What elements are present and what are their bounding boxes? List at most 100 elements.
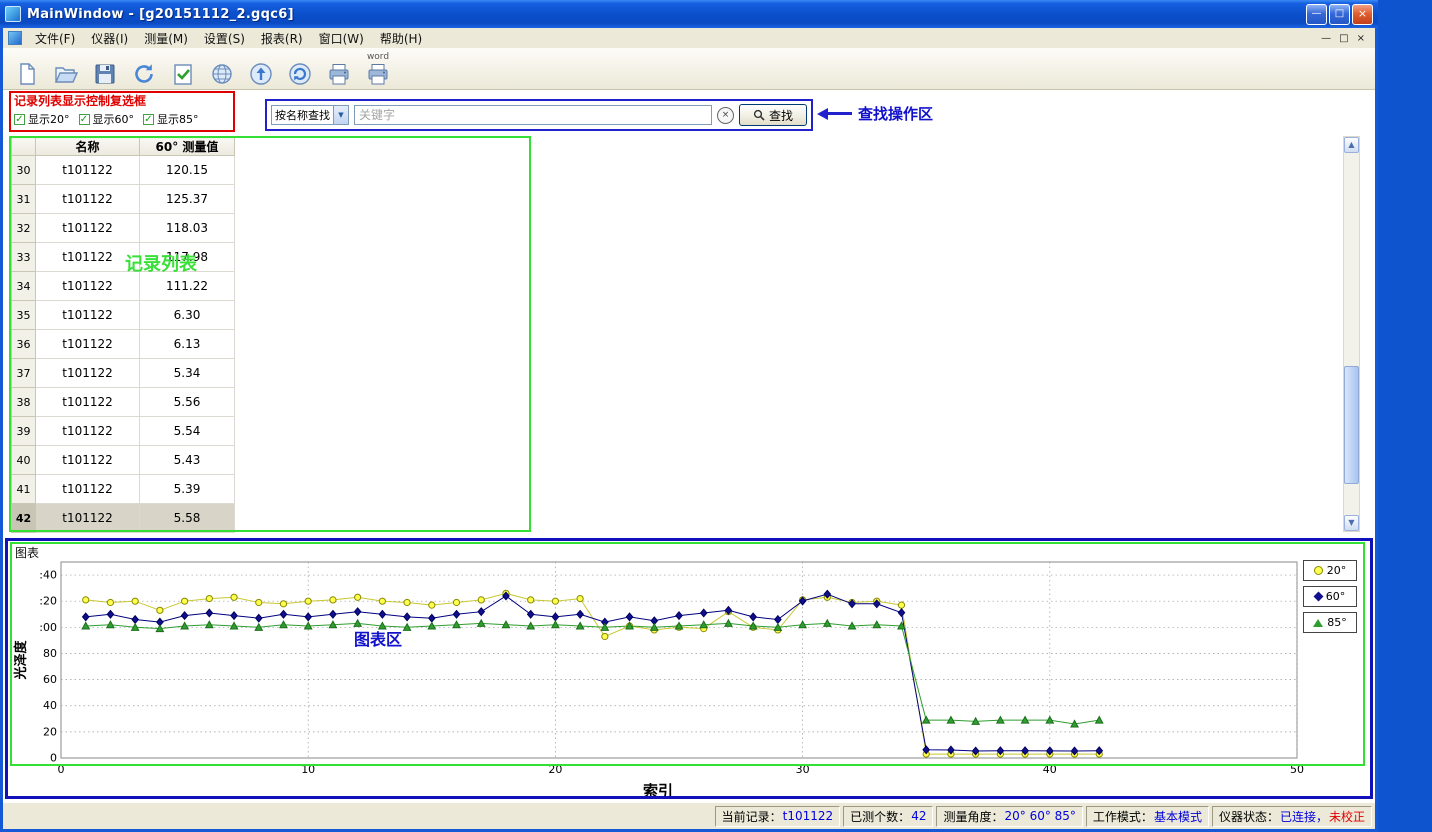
record-value[interactable]: 118.03 <box>140 214 235 243</box>
record-name[interactable]: t101122 <box>36 243 140 272</box>
chart-x-axis-label: 索引 <box>3 780 1313 801</box>
record-name[interactable]: t101122 <box>36 301 140 330</box>
search-mode-select[interactable]: 按名称查找 ▼ <box>271 105 349 125</box>
row-number[interactable]: 35 <box>12 301 36 330</box>
mdi-restore-button[interactable]: □ <box>1339 33 1348 44</box>
row-number[interactable]: 30 <box>12 156 36 185</box>
menu-file[interactable]: 文件(F) <box>27 28 83 49</box>
record-name[interactable]: t101122 <box>36 156 140 185</box>
title-bar[interactable]: MainWindow - [g20151112_2.gqc6] — □ × <box>0 0 1378 28</box>
find-button-label: 查找 <box>769 107 793 124</box>
record-value[interactable]: 125.37 <box>140 185 235 214</box>
find-button[interactable]: 查找 <box>739 104 807 126</box>
scrollbar-thumb[interactable] <box>1344 366 1359 484</box>
row-number[interactable]: 41 <box>12 475 36 504</box>
record-value[interactable]: 5.34 <box>140 359 235 388</box>
row-number[interactable]: 39 <box>12 417 36 446</box>
menu-settings[interactable]: 设置(S) <box>196 28 253 49</box>
checkbox-annotation-box: 记录列表显示控制复选框 ✓ 显示20° ✓ 显示60° ✓ 显示85° <box>9 91 235 132</box>
refresh-icon <box>132 62 156 86</box>
new-file-icon <box>15 62 39 86</box>
svg-text::00: :00 <box>39 621 57 634</box>
diamond-marker-icon <box>1313 592 1323 602</box>
refresh-button[interactable] <box>128 53 160 89</box>
table-row[interactable]: 35t1011226.30 <box>12 301 235 330</box>
maximize-button[interactable]: □ <box>1329 4 1350 25</box>
close-button[interactable]: × <box>1352 4 1373 25</box>
table-row[interactable]: 30t101122120.15 <box>12 156 235 185</box>
row-number[interactable]: 38 <box>12 388 36 417</box>
table-row[interactable]: 36t1011226.13 <box>12 330 235 359</box>
record-value[interactable]: 5.58 <box>140 504 235 533</box>
record-name[interactable]: t101122 <box>36 214 140 243</box>
table-row[interactable]: 33t101122117.98 <box>12 243 235 272</box>
record-value[interactable]: 5.54 <box>140 417 235 446</box>
record-value[interactable]: 120.15 <box>140 156 235 185</box>
record-value[interactable]: 5.39 <box>140 475 235 504</box>
table-row[interactable]: 41t1011225.39 <box>12 475 235 504</box>
record-value[interactable]: 6.30 <box>140 301 235 330</box>
row-number[interactable]: 42 <box>12 504 36 533</box>
table-row[interactable]: 37t1011225.34 <box>12 359 235 388</box>
record-name[interactable]: t101122 <box>36 359 140 388</box>
sync-button[interactable] <box>284 53 316 89</box>
row-number[interactable]: 31 <box>12 185 36 214</box>
header-measure-value: 60° 测量值 <box>140 138 235 156</box>
new-file-button[interactable] <box>11 53 43 89</box>
status-measure-angles: 测量角度： 20° 60° 85° <box>936 806 1082 827</box>
main-window: MainWindow - [g20151112_2.gqc6] — □ × 文件… <box>0 0 1378 832</box>
scroll-down-button[interactable]: ▼ <box>1344 515 1359 531</box>
show-60-checkbox[interactable]: ✓ 显示60° <box>79 111 135 127</box>
chevron-down-icon[interactable]: ▼ <box>333 106 348 124</box>
record-name[interactable]: t101122 <box>36 504 140 533</box>
mdi-minimize-button[interactable]: — <box>1321 33 1331 44</box>
table-row[interactable]: 32t101122118.03 <box>12 214 235 243</box>
show-20-label: 显示20° <box>28 111 70 127</box>
clear-search-button[interactable]: × <box>717 107 734 124</box>
record-name[interactable]: t101122 <box>36 417 140 446</box>
record-name[interactable]: t101122 <box>36 446 140 475</box>
table-row[interactable]: 40t1011225.43 <box>12 446 235 475</box>
row-number[interactable]: 40 <box>12 446 36 475</box>
record-name[interactable]: t101122 <box>36 475 140 504</box>
svg-text:80: 80 <box>43 647 57 660</box>
row-number[interactable]: 32 <box>12 214 36 243</box>
minimize-button[interactable]: — <box>1306 4 1327 25</box>
header-name: 名称 <box>36 138 140 156</box>
row-number[interactable]: 33 <box>12 243 36 272</box>
table-row[interactable]: 31t101122125.37 <box>12 185 235 214</box>
print-button[interactable] <box>323 53 355 89</box>
record-name[interactable]: t101122 <box>36 185 140 214</box>
menu-instrument[interactable]: 仪器(I) <box>83 28 136 49</box>
record-name[interactable]: t101122 <box>36 388 140 417</box>
menu-report[interactable]: 报表(R) <box>253 28 311 49</box>
record-value[interactable]: 5.43 <box>140 446 235 475</box>
table-scrollbar[interactable]: ▲ ▼ <box>1343 136 1360 532</box>
mdi-close-button[interactable]: × <box>1357 33 1365 44</box>
row-number[interactable]: 36 <box>12 330 36 359</box>
keyword-input[interactable] <box>354 105 712 125</box>
header-row-number <box>12 138 36 156</box>
menu-help[interactable]: 帮助(H) <box>372 28 430 49</box>
record-value[interactable]: 6.13 <box>140 330 235 359</box>
record-name[interactable]: t101122 <box>36 272 140 301</box>
table-row[interactable]: 38t1011225.56 <box>12 388 235 417</box>
table-row[interactable]: 39t1011225.54 <box>12 417 235 446</box>
table-row-selected[interactable]: 42t1011225.58 <box>12 504 235 533</box>
menu-measure[interactable]: 测量(M) <box>136 28 196 49</box>
network-button[interactable] <box>206 53 238 89</box>
row-number[interactable]: 37 <box>12 359 36 388</box>
scroll-up-button[interactable]: ▲ <box>1344 137 1359 153</box>
table-row[interactable]: 34t101122111.22 <box>12 272 235 301</box>
save-button[interactable] <box>89 53 121 89</box>
show-85-checkbox[interactable]: ✓ 显示85° <box>143 111 199 127</box>
menu-window[interactable]: 窗口(W) <box>311 28 372 49</box>
print-word-button[interactable]: word <box>362 53 394 89</box>
record-value[interactable]: 5.56 <box>140 388 235 417</box>
apply-button[interactable] <box>167 53 199 89</box>
record-name[interactable]: t101122 <box>36 330 140 359</box>
upload-button[interactable] <box>245 53 277 89</box>
open-file-button[interactable] <box>50 53 82 89</box>
row-number[interactable]: 34 <box>12 272 36 301</box>
show-20-checkbox[interactable]: ✓ 显示20° <box>14 111 70 127</box>
